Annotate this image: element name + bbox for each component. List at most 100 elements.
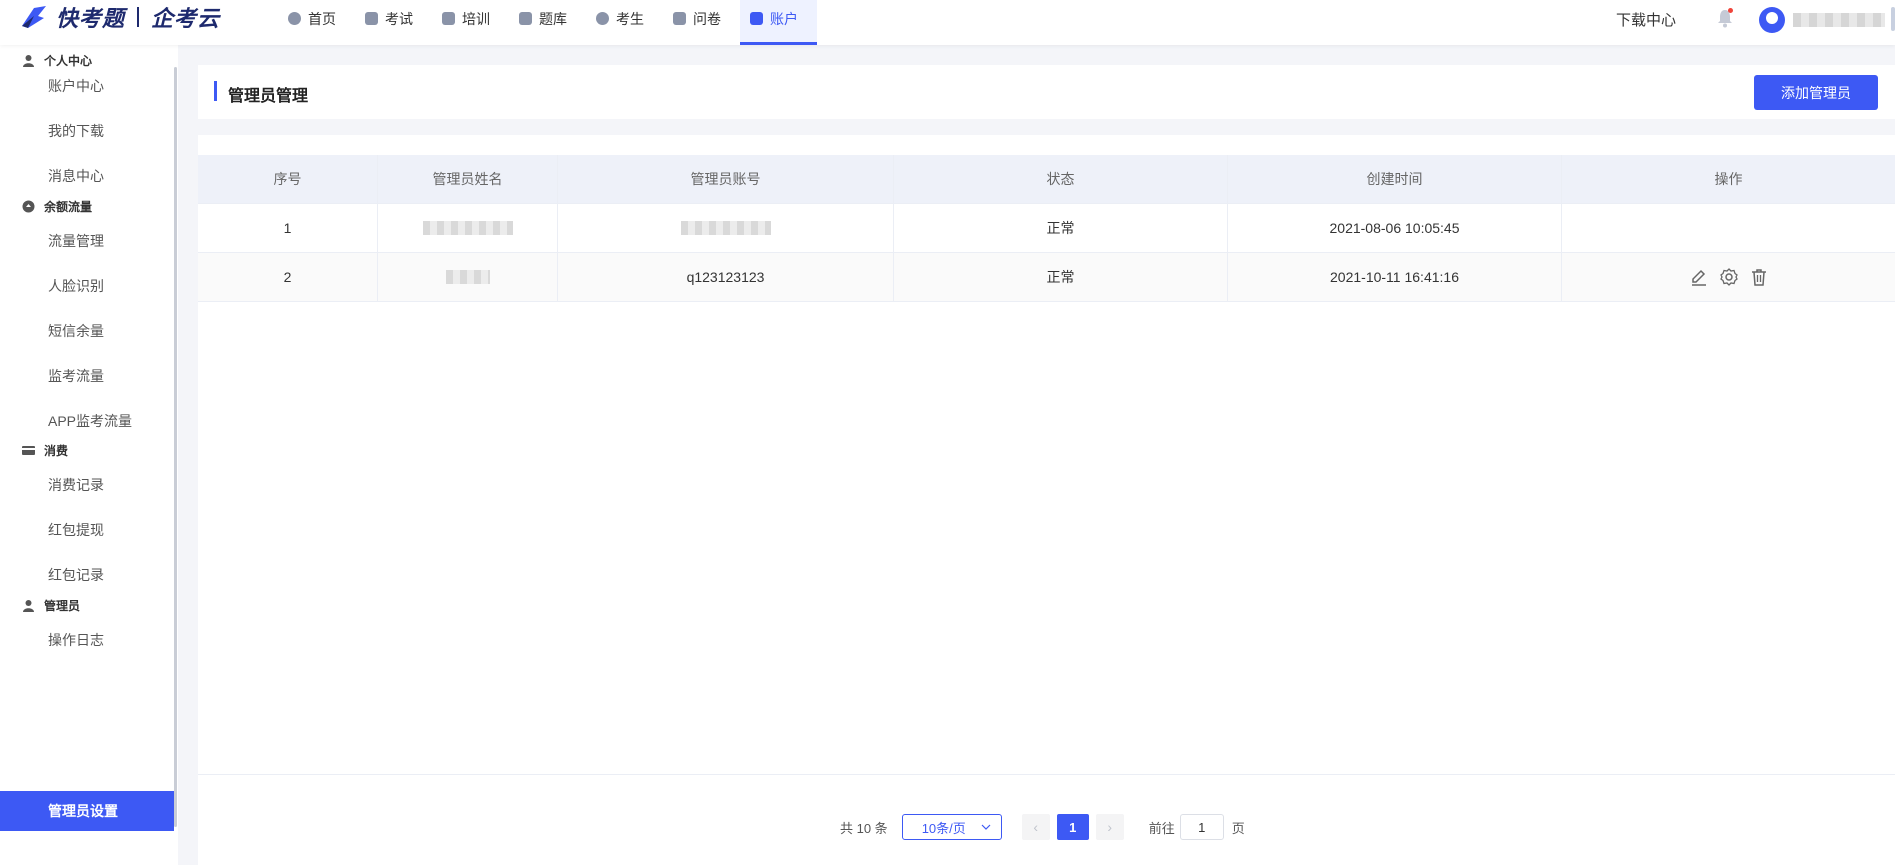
blurred-account: [680, 221, 771, 235]
card-icon: [22, 446, 35, 455]
sidebar-scrollbar[interactable]: [174, 67, 177, 827]
nav-exam[interactable]: 考试: [355, 0, 432, 45]
table-row: 1 正常 2021-08-06 10:05:45: [198, 204, 1895, 253]
chevron-down-icon: [981, 824, 991, 830]
sidebar-item-admin-settings[interactable]: 管理员设置: [0, 791, 174, 831]
sidebar-item-account-center[interactable]: 账户中心: [0, 66, 174, 106]
main-nav: 首页 考试 培训 题库 考生 问卷 账户: [278, 0, 817, 45]
nav-question-bank[interactable]: 题库: [509, 0, 586, 45]
prev-page-button[interactable]: ‹: [1021, 814, 1050, 840]
blurred-name: [445, 270, 490, 284]
chevron-left-icon: ‹: [1033, 819, 1039, 835]
username-blurred[interactable]: [1793, 13, 1885, 27]
sidebar-item-sms-balance[interactable]: 短信余量: [0, 311, 174, 351]
cell-status: 正常: [894, 253, 1228, 301]
pagination: 共 10 条 10条/页 ‹ 1 › 前往 页: [840, 814, 1245, 840]
pagination-total: 共 10 条: [840, 820, 888, 836]
settings-gear-icon[interactable]: [1719, 267, 1739, 287]
logo-brand: 快考题: [56, 6, 126, 31]
next-page-button[interactable]: ›: [1095, 814, 1124, 840]
cell-index: 2: [198, 253, 378, 301]
top-navigation-bar: 快考题 企考云 首页 考试 培训 题库 考生 问卷 账户 下载中心: [0, 0, 1895, 45]
cell-actions: [1562, 204, 1895, 252]
page-scrollbar[interactable]: [1891, 7, 1895, 31]
page-number-current[interactable]: 1: [1056, 814, 1089, 840]
table-header-row: 序号 管理员姓名 管理员账号 状态 创建时间 操作: [198, 155, 1895, 204]
sidebar-item-face-recognition[interactable]: 人脸识别: [0, 266, 174, 306]
survey-icon: [673, 12, 686, 25]
table-row: 2 q123123123 正常 2021-10-11 16:41:16: [198, 253, 1895, 302]
logo-product: 企考云: [151, 6, 221, 31]
sidebar-group-consumption: 消费: [22, 442, 68, 459]
cell-name: [378, 253, 558, 301]
sidebar-item-red-packet-records[interactable]: 红包记录: [0, 555, 174, 595]
goto-label: 前往: [1148, 820, 1175, 836]
nav-label: 问卷: [693, 11, 721, 27]
sidebar-group-title: 余额流量: [44, 200, 93, 214]
notification-dot: [1728, 8, 1733, 13]
column-header-status: 状态: [894, 155, 1228, 203]
cell-status: 正常: [894, 204, 1228, 252]
title-accent-bar: [214, 81, 217, 101]
column-header-actions: 操作: [1714, 171, 1743, 187]
sidebar-group-title: 消费: [44, 444, 69, 458]
column-header-name: 管理员姓名: [378, 155, 558, 203]
goto-page-input[interactable]: [1179, 814, 1224, 840]
logo[interactable]: 快考题 企考云: [20, 2, 220, 32]
home-icon: [288, 12, 301, 25]
nav-home[interactable]: 首页: [278, 0, 355, 45]
cell-account: q123123123: [558, 253, 894, 301]
nav-training[interactable]: 培训: [432, 0, 509, 45]
blurred-name: [422, 221, 513, 235]
table-bottom-border: [198, 774, 1895, 775]
sidebar-item-consumption-records[interactable]: 消费记录: [0, 465, 174, 505]
sidebar-item-red-packet-withdraw[interactable]: 红包提现: [0, 510, 174, 550]
nav-account[interactable]: 账户: [740, 0, 817, 45]
exam-icon: [365, 12, 378, 25]
admin-table: 序号 管理员姓名 管理员账号 状态 创建时间 操作 1 正常 2021-08-0…: [198, 155, 1895, 302]
nav-survey[interactable]: 问卷: [663, 0, 740, 45]
column-header-created: 创建时间: [1228, 155, 1562, 203]
cell-created: 2021-08-06 10:05:45: [1228, 204, 1562, 252]
balance-icon: [22, 200, 35, 213]
sidebar-item-my-downloads[interactable]: 我的下载: [0, 111, 174, 151]
avatar[interactable]: [1759, 7, 1785, 33]
logo-icon: [22, 6, 46, 28]
sidebar: 个人中心 账户中心 我的下载 消息中心 余额流量 流量管理 人脸识别 短信余量 …: [0, 45, 178, 865]
sidebar-item-messages[interactable]: 消息中心: [0, 156, 174, 196]
nav-examinee[interactable]: 考生: [586, 0, 663, 45]
page-header: 管理员管理 添加管理员: [198, 65, 1895, 119]
admin-table-card: 序号 管理员姓名 管理员账号 状态 创建时间 操作 1 正常 2021-08-0…: [198, 135, 1895, 865]
nav-label: 账户: [770, 11, 798, 27]
nav-label: 首页: [308, 11, 336, 27]
sidebar-group-admin: 管理员: [22, 597, 80, 614]
chevron-right-icon: ›: [1107, 819, 1113, 835]
cell-created: 2021-10-11 16:41:16: [1228, 253, 1562, 301]
logo-divider: [137, 7, 140, 27]
add-admin-button[interactable]: 添加管理员: [1754, 75, 1878, 110]
sidebar-item-operation-log[interactable]: 操作日志: [0, 620, 174, 660]
download-center-link[interactable]: 下载中心: [1616, 9, 1676, 30]
training-icon: [442, 12, 455, 25]
examinee-icon: [596, 12, 609, 25]
sidebar-item-traffic[interactable]: 流量管理: [0, 221, 174, 261]
sidebar-item-proctor-traffic[interactable]: 监考流量: [0, 356, 174, 396]
page-title: 管理员管理: [228, 88, 309, 105]
nav-label: 考生: [616, 11, 644, 27]
cell-account: [558, 204, 894, 252]
nav-label: 考试: [385, 11, 413, 27]
question-bank-icon: [519, 12, 532, 25]
delete-trash-icon[interactable]: [1749, 267, 1769, 287]
sidebar-item-app-proctor-traffic[interactable]: APP监考流量: [0, 401, 174, 441]
account-icon: [750, 12, 763, 25]
sidebar-group-title: 管理员: [44, 599, 81, 613]
bell-icon[interactable]: [1716, 8, 1734, 28]
column-header-account: 管理员账号: [558, 155, 894, 203]
cell-actions: [1562, 253, 1895, 301]
top-right-area: 下载中心: [1616, 0, 1895, 45]
nav-label: 题库: [539, 11, 567, 27]
edit-icon[interactable]: [1689, 267, 1709, 287]
nav-label: 培训: [462, 11, 490, 27]
sidebar-group-balance: 余额流量: [22, 198, 92, 215]
page-size-select[interactable]: 10条/页: [901, 814, 1002, 840]
